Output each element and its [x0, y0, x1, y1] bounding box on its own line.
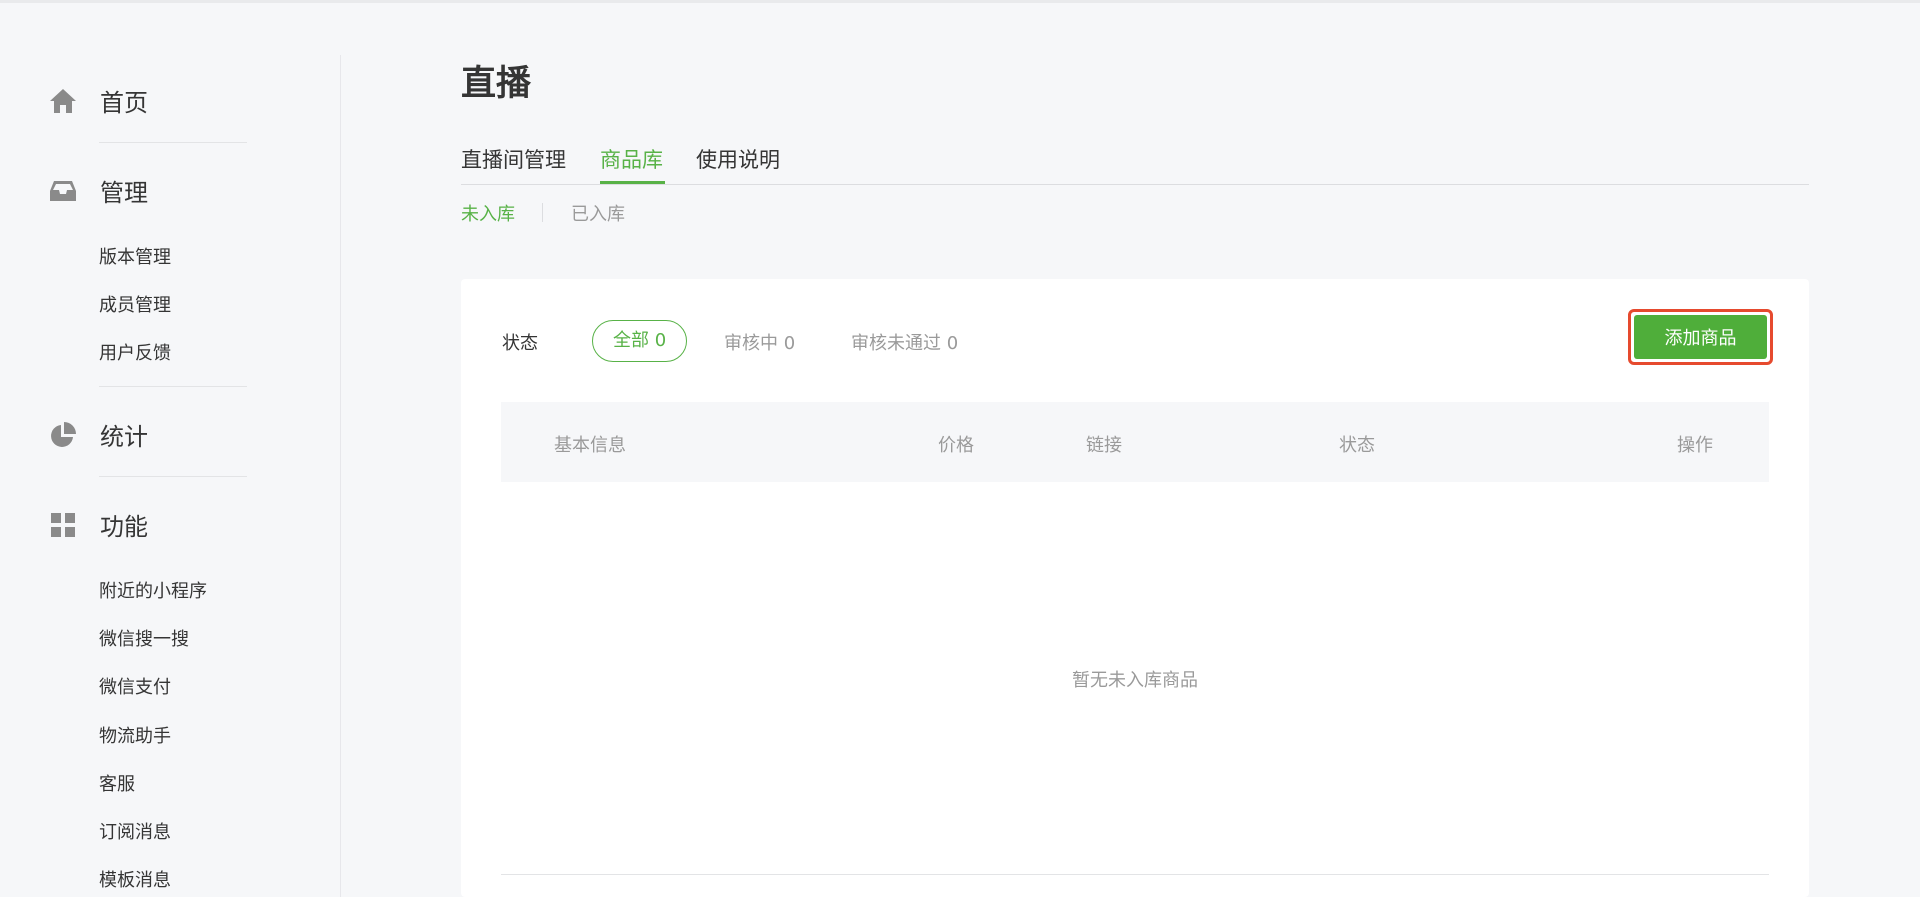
- column-basic-info: 基本信息: [554, 435, 626, 456]
- tab-live-room-management[interactable]: 直播间管理: [461, 144, 566, 174]
- sidebar-item-home[interactable]: 首页: [48, 83, 148, 118]
- sidebar-divider: [99, 476, 247, 477]
- sidebar-item-wechat-search[interactable]: 微信搜一搜: [99, 625, 189, 651]
- sidebar-item-logistics[interactable]: 物流助手: [99, 722, 171, 748]
- add-product-button[interactable]: 添加商品: [1634, 315, 1767, 359]
- sidebar-item-label: 统计: [100, 423, 148, 451]
- filter-rejected[interactable]: 审核未通过 0: [851, 329, 958, 355]
- sidebar-item-label: 首页: [100, 89, 148, 117]
- sidebar-item-members[interactable]: 成员管理: [99, 291, 171, 317]
- sidebar-item-subscribe-message[interactable]: 订阅消息: [99, 818, 171, 844]
- sidebar-item-version[interactable]: 版本管理: [99, 243, 171, 269]
- tab-bar: 直播间管理 商品库 使用说明: [461, 140, 1809, 185]
- sidebar-item-label: 功能: [100, 513, 148, 541]
- sidebar-border: [340, 55, 341, 897]
- sidebar-item-customer-service[interactable]: 客服: [99, 770, 135, 796]
- grid-icon: [48, 510, 78, 540]
- subtab-divider: [542, 203, 543, 222]
- status-filter-label: 状态: [502, 333, 538, 354]
- subtab-not-stored[interactable]: 未入库: [461, 200, 515, 226]
- add-product-highlight: 添加商品: [1628, 309, 1773, 365]
- tab-instructions[interactable]: 使用说明: [696, 144, 780, 174]
- column-actions: 操作: [1677, 435, 1713, 456]
- tab-product-library[interactable]: 商品库: [600, 144, 663, 174]
- sidebar-item-label: 管理: [100, 179, 148, 207]
- home-icon: [48, 86, 78, 116]
- product-card: 状态 全部 0 审核中 0 审核未通过 0 添加商品 基本信息 价格 链接 状态…: [461, 279, 1809, 897]
- inbox-icon: [48, 176, 78, 206]
- table-bottom-border: [501, 874, 1769, 875]
- filter-all[interactable]: 全部 0: [592, 320, 688, 362]
- subtab-stored[interactable]: 已入库: [571, 200, 625, 226]
- sidebar-item-nearby[interactable]: 附近的小程序: [99, 577, 207, 603]
- sidebar-divider: [99, 142, 247, 143]
- sidebar: 首页 管理 版本管理 成员管理 用户反馈 统计 功能 附近的小程序 微信搜一搜 …: [0, 0, 340, 897]
- active-tab-indicator: [600, 181, 665, 184]
- pie-chart-icon: [48, 420, 78, 450]
- column-status: 状态: [1339, 435, 1375, 456]
- sidebar-item-manage[interactable]: 管理: [48, 173, 148, 208]
- sidebar-item-template-message[interactable]: 模板消息: [99, 866, 171, 892]
- column-price: 价格: [938, 435, 974, 456]
- page-title: 直播: [461, 64, 532, 104]
- sidebar-item-feedback[interactable]: 用户反馈: [99, 339, 171, 365]
- sidebar-item-wechat-pay[interactable]: 微信支付: [99, 673, 171, 699]
- sidebar-divider: [99, 386, 247, 387]
- table-header: 基本信息 价格 链接 状态 操作: [501, 402, 1769, 482]
- sidebar-item-features[interactable]: 功能: [48, 507, 148, 542]
- empty-state-text: 暂无未入库商品: [1072, 670, 1198, 691]
- filter-reviewing[interactable]: 审核中 0: [724, 329, 795, 355]
- sidebar-item-stats[interactable]: 统计: [48, 417, 148, 452]
- column-link: 链接: [1086, 435, 1122, 456]
